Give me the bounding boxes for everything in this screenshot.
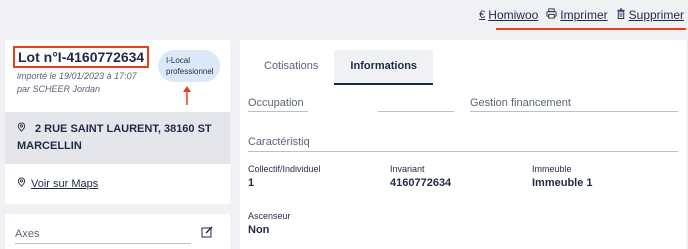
maps-label: Voir sur Maps <box>31 178 99 190</box>
imported-by: par SCHEER Jordan <box>17 84 101 94</box>
map-pin-icon <box>17 177 26 191</box>
immeuble-value: Immeuble 1 <box>532 177 593 189</box>
financement-field[interactable] <box>470 111 678 112</box>
lot-address: 2 RUE SAINT LAURENT, 38160 ST MARCELLIN <box>17 123 212 152</box>
immeuble-label: Immeuble <box>532 164 572 174</box>
actions-highlight-underline <box>496 28 686 30</box>
badge-line-2: professionnel <box>166 67 214 76</box>
axes-underline <box>15 243 191 244</box>
ascenseur-label: Ascenseur <box>248 211 291 221</box>
occupation-label: Occupation <box>248 97 304 109</box>
euro-icon: € <box>479 9 486 21</box>
homiwoo-link[interactable]: € Homiwoo <box>479 8 538 22</box>
maps-link[interactable]: Voir sur Maps <box>17 177 98 191</box>
invariant-label: Invariant <box>390 164 425 174</box>
homiwoo-label: Homiwoo <box>488 8 539 22</box>
lot-details-panel: Cotisations Informations Occupation Gest… <box>240 40 686 249</box>
financement-label: Gestion financement <box>470 97 571 109</box>
tab-bar: Cotisations Informations <box>248 50 434 85</box>
arrow-up-icon <box>183 86 191 105</box>
top-actions: € Homiwoo Imprimer Supprimer <box>479 8 684 22</box>
print-link[interactable]: Imprimer <box>546 8 608 22</box>
occupation-field[interactable] <box>248 111 308 112</box>
tab-informations[interactable]: Informations <box>334 50 434 85</box>
collectif-value: 1 <box>248 177 255 189</box>
lot-type-badge: I-Local professionnel <box>158 50 220 82</box>
imported-date: importé le 19/01/2023 à 17:07 <box>17 71 137 81</box>
trash-icon <box>616 8 626 22</box>
lot-meta: importé le 19/01/2023 à 17:07 par SCHEER… <box>17 70 137 96</box>
lot-summary-card: Lot n°I-4160772634 importé le 19/01/2023… <box>5 40 230 204</box>
ascenseur-value: Non <box>248 224 270 236</box>
delete-link[interactable]: Supprimer <box>616 8 684 22</box>
edit-icon[interactable] <box>201 226 213 238</box>
axes-label: Axes <box>15 228 40 240</box>
address-section: 2 RUE SAINT LAURENT, 38160 ST MARCELLIN <box>5 112 230 164</box>
printer-icon <box>546 8 557 22</box>
collectif-label: Collectif/Individuel <box>248 164 321 174</box>
invariant-value: 4160772634 <box>390 177 452 189</box>
caracteristiq-field[interactable] <box>248 151 678 152</box>
delete-label: Supprimer <box>628 8 684 22</box>
badge-line-1: I-Local <box>166 56 191 65</box>
print-label: Imprimer <box>560 8 608 22</box>
tab-cotisations[interactable]: Cotisations <box>248 50 334 85</box>
axes-card: Axes <box>5 214 230 249</box>
lot-title: Lot n°I-4160772634 <box>13 46 150 68</box>
caracteristiq-label: Caractéristiq <box>248 136 310 148</box>
occupation-value-field[interactable] <box>378 111 454 112</box>
